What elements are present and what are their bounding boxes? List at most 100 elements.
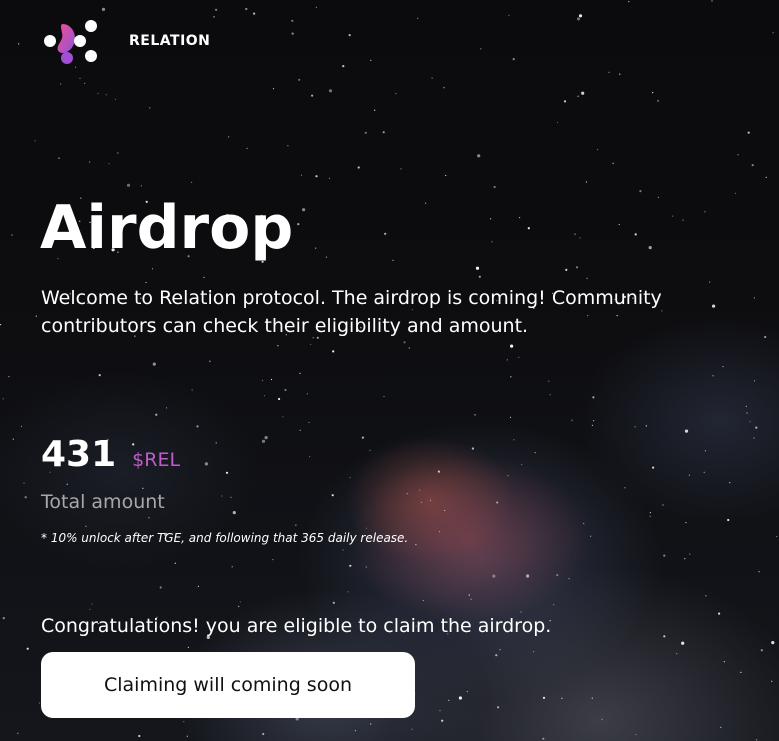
star xyxy=(11,234,13,236)
star xyxy=(246,147,248,149)
star xyxy=(66,483,68,485)
star xyxy=(712,375,714,377)
star xyxy=(191,181,193,183)
star xyxy=(245,7,248,11)
star xyxy=(578,14,583,18)
star xyxy=(648,246,652,250)
star xyxy=(520,611,522,613)
star xyxy=(556,121,559,124)
star xyxy=(663,635,666,638)
star xyxy=(576,17,581,21)
star xyxy=(649,511,652,514)
star xyxy=(441,719,444,722)
relation-logo-icon[interactable] xyxy=(41,18,101,64)
star xyxy=(253,12,256,15)
star xyxy=(746,412,748,414)
star xyxy=(197,585,199,587)
star xyxy=(662,504,664,506)
star xyxy=(592,396,595,399)
star xyxy=(579,237,581,239)
star xyxy=(495,654,498,657)
star xyxy=(277,345,279,347)
star xyxy=(315,6,317,8)
star xyxy=(755,426,758,429)
star xyxy=(325,256,328,258)
star xyxy=(84,82,86,84)
star xyxy=(174,562,176,564)
star xyxy=(270,378,273,381)
star xyxy=(191,389,193,391)
star xyxy=(527,227,530,230)
star xyxy=(561,697,563,699)
amount-value: 431 xyxy=(41,434,117,475)
star xyxy=(18,43,20,45)
star xyxy=(349,477,351,479)
star xyxy=(278,397,281,401)
page-title: Airdrop xyxy=(40,193,294,263)
star xyxy=(771,641,775,645)
star xyxy=(684,558,686,560)
token-symbol: $REL xyxy=(132,449,181,471)
intro-text: Welcome to Relation protocol. The airdro… xyxy=(41,287,662,337)
star xyxy=(475,266,480,270)
star xyxy=(445,174,447,177)
star xyxy=(302,208,306,212)
star xyxy=(213,16,215,18)
star xyxy=(24,496,27,499)
star xyxy=(187,646,189,648)
star xyxy=(238,605,240,608)
star xyxy=(85,525,87,527)
star xyxy=(645,425,647,427)
allocation-amount: 431 $REL xyxy=(41,434,180,475)
star xyxy=(347,591,349,593)
star xyxy=(521,464,523,466)
star xyxy=(753,437,755,439)
star xyxy=(357,166,360,169)
star xyxy=(215,8,218,11)
star xyxy=(291,19,294,22)
star xyxy=(2,617,5,620)
star xyxy=(490,218,492,220)
star xyxy=(477,154,481,158)
star xyxy=(549,394,551,396)
star xyxy=(225,471,229,474)
star xyxy=(183,721,185,723)
star xyxy=(735,192,737,194)
star xyxy=(299,372,301,374)
star xyxy=(760,649,763,652)
star xyxy=(138,734,141,738)
star xyxy=(364,131,367,134)
claim-button[interactable]: Claiming will coming soon xyxy=(41,652,415,718)
star xyxy=(649,515,651,517)
star xyxy=(403,341,406,344)
star xyxy=(152,362,156,366)
star xyxy=(315,247,317,249)
star xyxy=(612,162,614,164)
star xyxy=(126,183,131,187)
star xyxy=(91,603,93,605)
star xyxy=(548,380,550,382)
star xyxy=(315,175,318,178)
star xyxy=(342,549,344,551)
star xyxy=(542,696,546,700)
star xyxy=(635,734,637,736)
star xyxy=(751,164,754,167)
star xyxy=(740,671,742,674)
star xyxy=(431,77,433,79)
star xyxy=(718,612,721,615)
star xyxy=(295,524,297,526)
star xyxy=(513,439,515,441)
star xyxy=(519,217,521,219)
star xyxy=(682,219,684,221)
star xyxy=(425,202,427,204)
star xyxy=(439,710,441,712)
star xyxy=(365,566,367,568)
star xyxy=(583,522,585,525)
star xyxy=(471,447,474,450)
star xyxy=(101,7,106,11)
star xyxy=(58,157,60,159)
star xyxy=(264,436,268,440)
star xyxy=(618,223,620,226)
star xyxy=(232,510,236,515)
star xyxy=(420,501,422,503)
